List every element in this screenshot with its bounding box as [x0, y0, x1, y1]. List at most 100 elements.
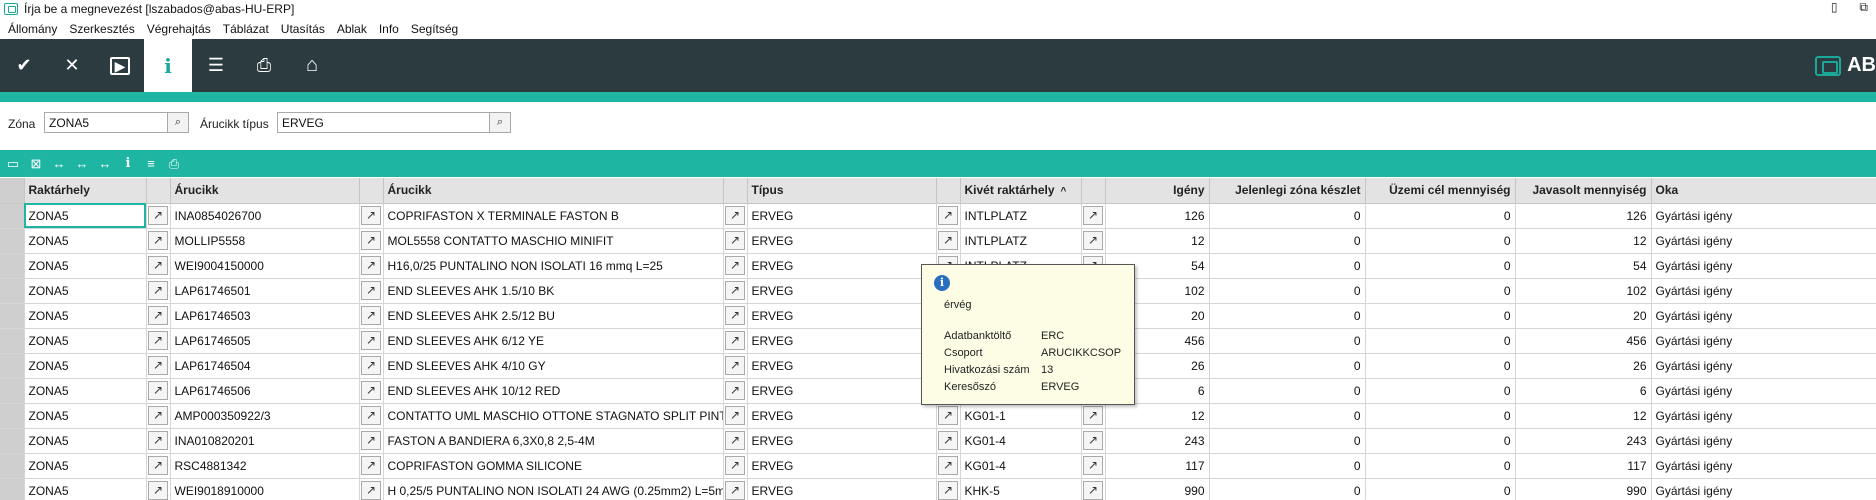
open-link-icon[interactable]: ↗ — [725, 381, 745, 400]
open-link-icon[interactable]: ↗ — [938, 481, 958, 500]
maximize-window-icon[interactable]: ⧉ — [1859, 0, 1868, 15]
menu-item-info[interactable]: Info — [379, 22, 399, 36]
column-header-uzemi[interactable]: Üzemi cél mennyiség — [1365, 178, 1516, 204]
row-header[interactable] — [0, 353, 25, 379]
cell-kivet[interactable]: INTLPLATZ — [960, 203, 1082, 229]
cell-jelenlegi[interactable]: 0 — [1209, 303, 1366, 329]
delete-row-icon[interactable]: ⊠ — [29, 156, 43, 172]
column-expand-icon[interactable]: ↔ — [75, 156, 89, 171]
cell-kivet[interactable]: KG01-4 — [960, 453, 1082, 479]
open-link-icon[interactable]: ↗ — [361, 431, 381, 450]
cell-uzemi[interactable]: 0 — [1365, 228, 1516, 254]
cell-javasolt[interactable]: 456 — [1515, 328, 1652, 354]
row-header[interactable] — [0, 453, 25, 479]
cell-igeny[interactable]: 990 — [1105, 478, 1210, 500]
open-link-icon[interactable]: ↗ — [725, 256, 745, 275]
zone-input[interactable] — [44, 112, 168, 133]
cell-jelenlegi[interactable]: 0 — [1209, 353, 1366, 379]
open-link-icon[interactable]: ↗ — [148, 306, 168, 325]
run-button[interactable]: ▶ — [96, 39, 144, 92]
cell-kivet[interactable]: INTLPLATZ — [960, 228, 1082, 254]
cell-igeny[interactable]: 117 — [1105, 453, 1210, 479]
menu-item-tablazat[interactable]: Táblázat — [223, 22, 269, 36]
cell-arucikk[interactable]: LAP61746504 — [170, 353, 360, 379]
cell-uzemi[interactable]: 0 — [1365, 203, 1516, 229]
cell-megnevezes[interactable]: MOL5558 CONTATTO MASCHIO MINIFIT — [383, 228, 724, 254]
row-header[interactable] — [0, 228, 25, 254]
column-header-megnevezes[interactable]: Árucikk — [383, 178, 724, 204]
insert-row-icon[interactable]: ▭ — [6, 156, 20, 172]
printer-icon[interactable]: ⎙ — [167, 156, 181, 172]
open-link-icon[interactable]: ↗ — [1083, 406, 1103, 425]
cell-arucikk[interactable]: MOLLIP5558 — [170, 228, 360, 254]
cancel-button[interactable]: ✕ — [48, 39, 96, 92]
cell-kivet[interactable]: KHK-5 — [960, 478, 1082, 500]
column-header-oka[interactable]: Oka — [1651, 178, 1876, 204]
cell-raktarhely[interactable]: ZONA5 — [24, 203, 147, 229]
cell-arucikk[interactable]: WEI9004150000 — [170, 253, 360, 279]
row-header[interactable] — [0, 478, 25, 500]
open-link-icon[interactable]: ↗ — [148, 256, 168, 275]
row-header[interactable] — [0, 378, 25, 404]
open-link-icon[interactable]: ↗ — [148, 456, 168, 475]
cell-oka[interactable]: Gyártási igény — [1651, 328, 1876, 354]
cell-megnevezes[interactable]: H16,0/25 PUNTALINO NON ISOLATI 16 mmq L=… — [383, 253, 724, 279]
cell-megnevezes[interactable]: FASTON A BANDIERA 6,3X0,8 2,5-4M — [383, 428, 724, 454]
open-link-icon[interactable]: ↗ — [148, 381, 168, 400]
cell-tipus[interactable]: ERVEG — [747, 303, 937, 329]
cell-tipus[interactable]: ERVEG — [747, 228, 937, 254]
row-header[interactable] — [0, 403, 25, 429]
cell-megnevezes[interactable]: COPRIFASTON GOMMA SILICONE — [383, 453, 724, 479]
row-header[interactable] — [0, 328, 25, 354]
cell-uzemi[interactable]: 0 — [1365, 403, 1516, 429]
cell-arucikk[interactable]: INA0854026700 — [170, 203, 360, 229]
cell-jelenlegi[interactable]: 0 — [1209, 478, 1366, 500]
cell-uzemi[interactable]: 0 — [1365, 478, 1516, 500]
open-link-icon[interactable]: ↗ — [725, 281, 745, 300]
open-link-icon[interactable]: ↗ — [725, 306, 745, 325]
cell-tipus[interactable]: ERVEG — [747, 203, 937, 229]
column-collapse-icon[interactable]: ↔ — [98, 156, 112, 171]
cell-uzemi[interactable]: 0 — [1365, 328, 1516, 354]
open-link-icon[interactable]: ↗ — [361, 281, 381, 300]
cell-megnevezes[interactable]: H 0,25/5 PUNTALINO NON ISOLATI 24 AWG (0… — [383, 478, 724, 500]
group-search-button[interactable]: ⌕ — [489, 112, 511, 133]
open-link-icon[interactable]: ↗ — [938, 231, 958, 250]
zone-search-button[interactable]: ⌕ — [167, 112, 189, 133]
cell-javasolt[interactable]: 26 — [1515, 353, 1652, 379]
open-link-icon[interactable]: ↗ — [361, 481, 381, 500]
column-header-tipus[interactable]: Típus — [747, 178, 937, 204]
cell-oka[interactable]: Gyártási igény — [1651, 203, 1876, 229]
cell-jelenlegi[interactable]: 0 — [1209, 328, 1366, 354]
cell-oka[interactable]: Gyártási igény — [1651, 278, 1876, 304]
open-link-icon[interactable]: ↗ — [148, 406, 168, 425]
cell-tipus[interactable]: ERVEG — [747, 403, 937, 429]
column-header-igeny[interactable]: Igény — [1105, 178, 1210, 204]
cell-javasolt[interactable]: 126 — [1515, 203, 1652, 229]
cell-jelenlegi[interactable]: 0 — [1209, 278, 1366, 304]
open-link-icon[interactable]: ↗ — [1083, 206, 1103, 225]
menu-item-vegrehajtas[interactable]: Végrehajtás — [147, 22, 211, 36]
open-link-icon[interactable]: ↗ — [361, 406, 381, 425]
cell-tipus[interactable]: ERVEG — [747, 253, 937, 279]
cell-javasolt[interactable]: 6 — [1515, 378, 1652, 404]
open-link-icon[interactable]: ↗ — [148, 331, 168, 350]
cell-oka[interactable]: Gyártási igény — [1651, 453, 1876, 479]
table-row[interactable]: ZONA5 ↗ WEI9018910000 ↗ H 0,25/5 PUNTALINO N… — [0, 478, 1876, 500]
home-button[interactable]: ⌂ — [288, 39, 336, 92]
row-header[interactable] — [0, 428, 25, 454]
menu-item-allomany[interactable]: Állomány — [8, 22, 57, 36]
row-header[interactable] — [0, 303, 25, 329]
cell-jelenlegi[interactable]: 0 — [1209, 228, 1366, 254]
cell-arucikk[interactable]: LAP61746505 — [170, 328, 360, 354]
cell-tipus[interactable]: ERVEG — [747, 428, 937, 454]
cell-megnevezes[interactable]: END SLEEVES AHK 4/10 GY — [383, 353, 724, 379]
open-link-icon[interactable]: ↗ — [148, 206, 168, 225]
cell-arucikk[interactable]: LAP61746503 — [170, 303, 360, 329]
cell-megnevezes[interactable]: END SLEEVES AHK 2.5/12 BU — [383, 303, 724, 329]
cell-uzemi[interactable]: 0 — [1365, 278, 1516, 304]
cell-jelenlegi[interactable]: 0 — [1209, 378, 1366, 404]
cell-jelenlegi[interactable]: 0 — [1209, 253, 1366, 279]
cell-tipus[interactable]: ERVEG — [747, 378, 937, 404]
info-icon[interactable]: i — [121, 156, 135, 171]
